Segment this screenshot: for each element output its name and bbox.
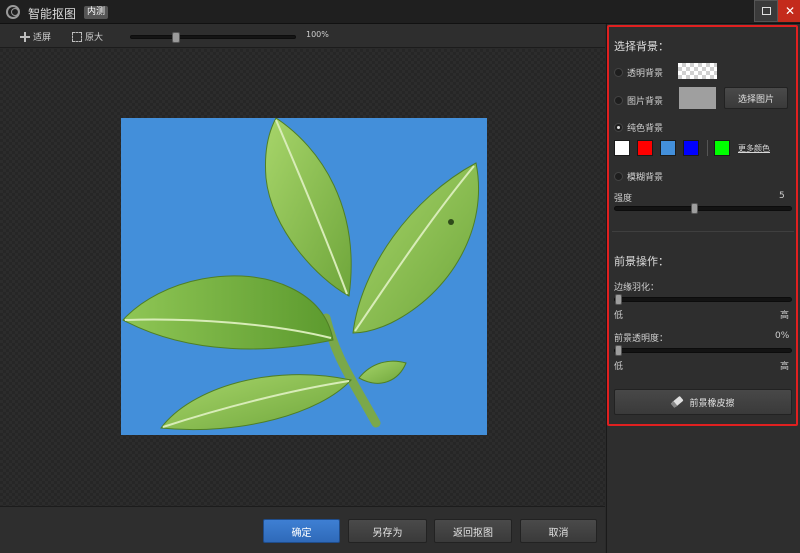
original-size-icon	[72, 31, 82, 42]
canvas-area	[0, 49, 605, 506]
result-preview	[121, 118, 487, 435]
bottom-bar: 确定 另存为 返回抠图 取消	[0, 506, 605, 553]
window-title: 智能抠图	[28, 7, 77, 21]
toolbar: 适屏 原大 100%	[0, 24, 605, 48]
beta-badge: 内测	[84, 6, 109, 19]
title-bar: 智能抠图 内测 ✕	[0, 0, 800, 24]
original-size-button[interactable]: 原大	[72, 30, 103, 43]
back-to-cutout-button[interactable]: 返回抠图	[434, 519, 512, 543]
ok-button[interactable]: 确定	[263, 519, 340, 543]
fit-screen-button[interactable]: 适屏	[20, 30, 51, 43]
cancel-button[interactable]: 取消	[520, 519, 597, 543]
fit-screen-label: 适屏	[33, 33, 52, 43]
zoom-slider-thumb[interactable]	[171, 32, 180, 43]
highlight-frame	[607, 25, 798, 426]
app-logo-icon	[6, 5, 20, 19]
restore-icon	[761, 7, 771, 15]
leaf-branch-image	[122, 118, 480, 431]
fit-screen-icon	[20, 31, 30, 42]
zoom-slider[interactable]	[130, 32, 296, 43]
close-button[interactable]: ✕	[778, 0, 800, 22]
close-icon: ✕	[784, 4, 796, 18]
restore-button[interactable]	[754, 0, 778, 22]
save-as-button[interactable]: 另存为	[348, 519, 427, 543]
zoom-value: 100%	[306, 30, 329, 39]
original-size-label: 原大	[85, 33, 104, 43]
